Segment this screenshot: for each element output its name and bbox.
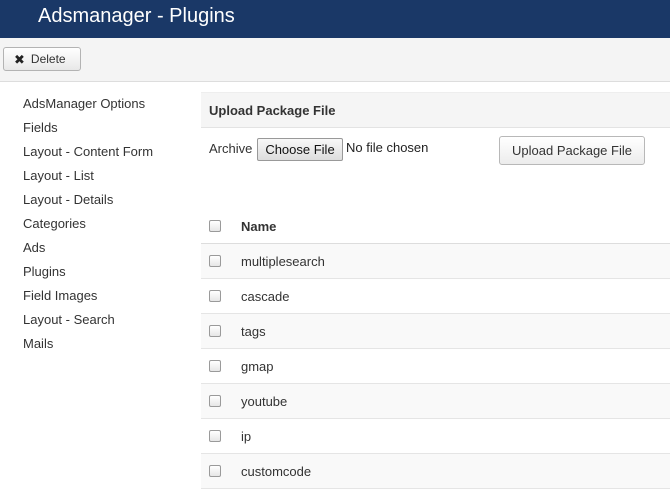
- upload-panel-header: Upload Package File: [201, 92, 670, 128]
- row-checkbox[interactable]: [209, 360, 221, 372]
- page-title: Adsmanager - Plugins: [38, 5, 235, 27]
- plugin-name: customcode: [241, 464, 312, 479]
- row-checkbox[interactable]: [209, 430, 221, 442]
- table-row: gmap: [201, 349, 670, 384]
- sidebar-item-layout-list[interactable]: Layout - List: [23, 164, 193, 188]
- plugin-name: tags: [241, 324, 266, 339]
- sidebar-item-layout-content-form[interactable]: Layout - Content Form: [23, 140, 193, 164]
- table-row: tags: [201, 314, 670, 349]
- file-status-text: No file chosen: [346, 140, 429, 155]
- sidebar-item-field-images[interactable]: Field Images: [23, 284, 193, 308]
- table-row: ip: [201, 419, 670, 454]
- toolbar: ✖ Delete: [0, 38, 670, 82]
- sidebar-item-fields[interactable]: Fields: [23, 116, 193, 140]
- upload-panel-title: Upload Package File: [209, 103, 336, 118]
- table-row: youtube: [201, 384, 670, 419]
- row-checkbox[interactable]: [209, 465, 221, 477]
- sidebar-item-layout-details[interactable]: Layout - Details: [23, 188, 193, 212]
- upload-package-button[interactable]: Upload Package File: [499, 136, 645, 165]
- sidebar-item-adsmanager-options[interactable]: AdsManager Options: [23, 92, 193, 116]
- row-checkbox[interactable]: [209, 290, 221, 302]
- plugin-name: gmap: [241, 359, 274, 374]
- sidebar-item-layout-search[interactable]: Layout - Search: [23, 308, 193, 332]
- delete-button-label: Delete: [30, 52, 66, 66]
- table-header-row: Name: [201, 209, 670, 244]
- plugin-name: multiplesearch: [241, 254, 325, 269]
- choose-file-button[interactable]: Choose File: [257, 138, 343, 161]
- sidebar-item-ads[interactable]: Ads: [23, 236, 193, 260]
- sidebar-item-plugins[interactable]: Plugins: [23, 260, 193, 284]
- close-icon: ✖: [14, 51, 25, 67]
- sidebar-item-categories[interactable]: Categories: [23, 212, 193, 236]
- column-header-name[interactable]: Name: [241, 219, 276, 234]
- sidebar-item-mails[interactable]: Mails: [23, 332, 193, 356]
- row-checkbox[interactable]: [209, 255, 221, 267]
- plugins-table: Name multiplesearch cascade tags gmap yo…: [201, 209, 670, 489]
- row-checkbox[interactable]: [209, 395, 221, 407]
- table-row: customcode: [201, 454, 670, 489]
- plugin-name: ip: [241, 429, 252, 444]
- app-header: Adsmanager - Plugins: [0, 0, 670, 38]
- sidebar: AdsManager Options Fields Layout - Conte…: [23, 92, 193, 356]
- delete-button[interactable]: ✖ Delete: [3, 47, 81, 71]
- plugin-name: youtube: [241, 394, 288, 409]
- plugin-name: cascade: [241, 289, 290, 304]
- table-row: multiplesearch: [201, 244, 670, 279]
- table-row: cascade: [201, 279, 670, 314]
- row-checkbox[interactable]: [209, 325, 221, 337]
- archive-label: Archive: [209, 141, 253, 156]
- select-all-checkbox[interactable]: [209, 220, 221, 232]
